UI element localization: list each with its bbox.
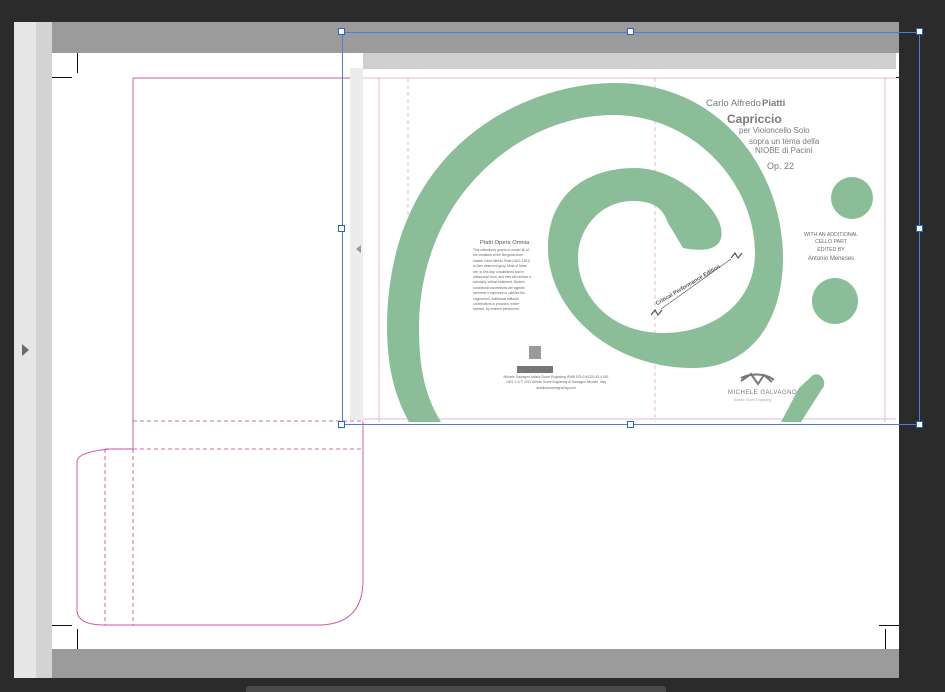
resize-handle-bottom[interactable] (627, 421, 634, 428)
resize-handle-top[interactable] (627, 28, 634, 35)
horizontal-scrollbar[interactable] (246, 686, 666, 692)
crop-mark (52, 77, 72, 78)
expand-panel-arrow-icon[interactable] (22, 344, 29, 356)
resize-handle-top-left[interactable] (338, 28, 345, 35)
resize-handle-top-right[interactable] (916, 28, 923, 35)
crop-mark (77, 629, 78, 649)
resize-handle-bottom-left[interactable] (338, 421, 345, 428)
pasteboard-bottom (52, 649, 899, 678)
crop-mark (885, 629, 886, 649)
selection-frame[interactable] (342, 32, 920, 425)
resize-handle-bottom-right[interactable] (916, 421, 923, 428)
crop-mark (77, 53, 78, 73)
resize-handle-right[interactable] (916, 225, 923, 232)
crop-mark (52, 625, 72, 626)
resize-handle-left[interactable] (338, 225, 345, 232)
vertical-ruler (36, 22, 52, 678)
crop-mark (879, 625, 899, 626)
